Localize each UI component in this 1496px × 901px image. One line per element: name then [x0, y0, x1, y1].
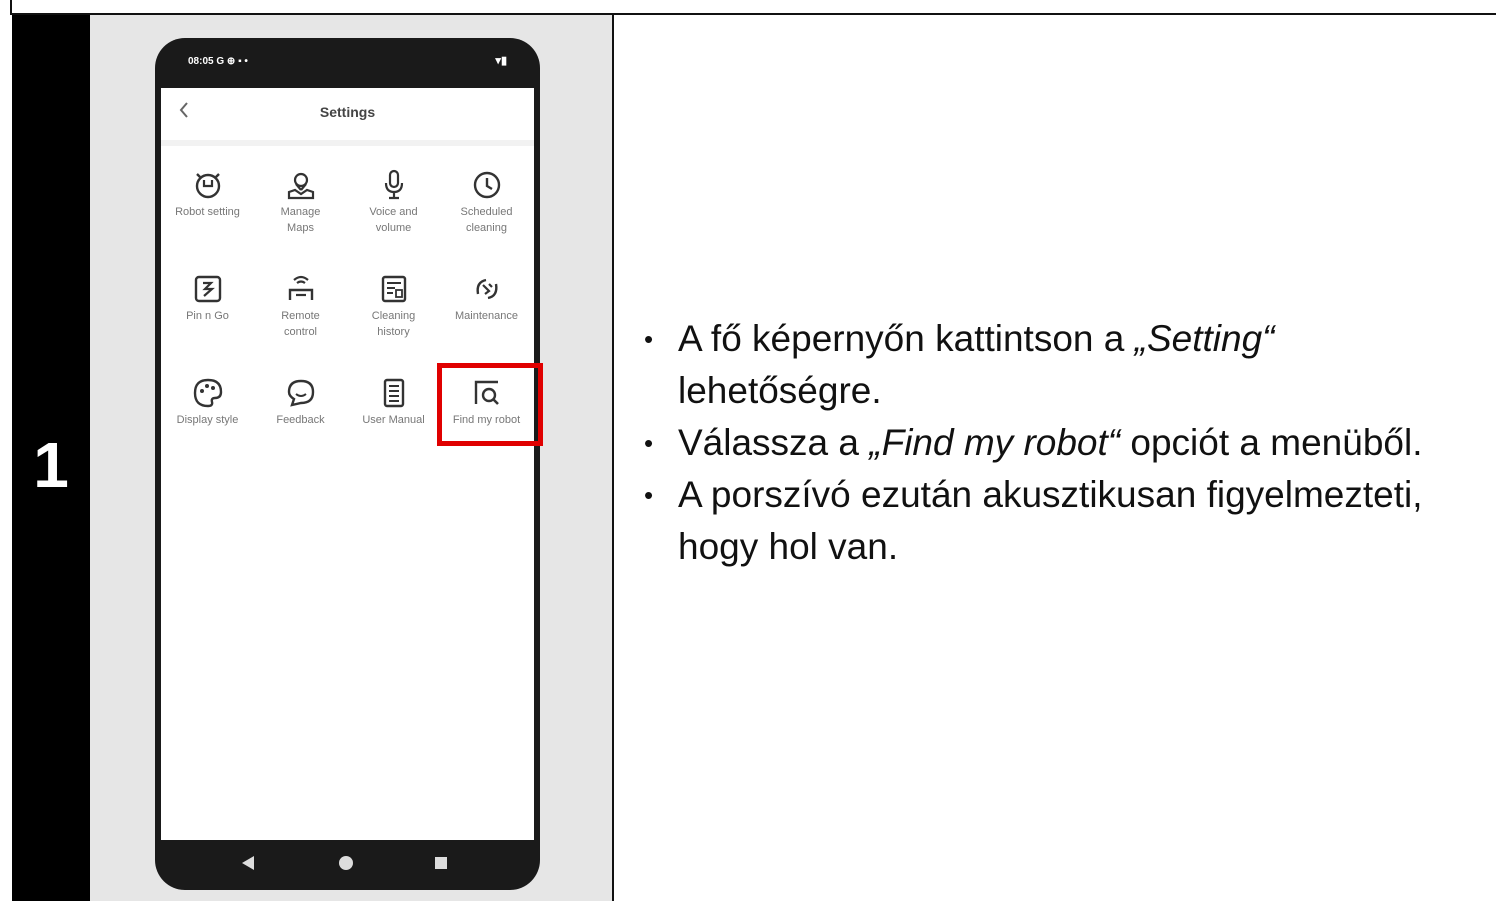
settings-item-label: Cleaning history: [371, 310, 416, 338]
map-icon: [287, 172, 314, 200]
settings-item-label: Feedback: [276, 414, 325, 426]
settings-item-label: Voice and volume: [369, 206, 418, 234]
settings-item-robot-setting[interactable]: Robot setting: [161, 158, 254, 254]
step-number: 1: [33, 429, 69, 501]
instruction-table: 1 08:05 G ⊕ ▪ • ▾▮ Settings Robot settin…: [0, 0, 1496, 901]
bullet: •: [644, 480, 654, 510]
find-my-robot-highlight: [437, 363, 543, 446]
feedback-icon: [287, 379, 314, 407]
settings-item-maintenance[interactable]: Maintenance: [440, 262, 533, 358]
status-bar: 08:05 G ⊕ ▪ • ▾▮: [155, 38, 540, 88]
settings-item-label: Remote control: [281, 310, 320, 338]
nav-home-icon[interactable]: [339, 856, 353, 870]
history-icon: [381, 275, 406, 303]
settings-item-label: Display style: [176, 414, 239, 426]
status-time: 08:05 G ⊕ ▪ •: [188, 56, 248, 67]
phone-screenshot: 08:05 G ⊕ ▪ • ▾▮ Settings Robot setting …: [155, 38, 540, 890]
palette-icon: [193, 378, 222, 408]
manual-icon: [383, 378, 404, 408]
settings-item-label: Maintenance: [455, 310, 518, 322]
bullet: •: [644, 428, 654, 458]
robot-icon: [195, 173, 220, 199]
settings-item-scheduled-cleaning[interactable]: Scheduled cleaning: [440, 158, 533, 254]
settings-item-display-style[interactable]: Display style: [161, 366, 254, 462]
settings-item-pin-n-go[interactable]: Pin n Go: [161, 262, 254, 358]
settings-item-user-manual[interactable]: User Manual: [347, 366, 440, 462]
nav-recent-apps-icon[interactable]: [435, 857, 447, 869]
instruction-item: • A porszívó ezután akusztikusan figyelme…: [640, 469, 1460, 573]
settings-item-manage-maps[interactable]: Manage Maps: [254, 158, 347, 254]
app-screen: Settings Robot setting Manage Maps Voice …: [161, 88, 534, 840]
maintenance-icon: [475, 278, 498, 300]
settings-item-label: Robot setting: [175, 206, 240, 218]
remote-control-icon: [288, 275, 313, 300]
clock-icon: [473, 171, 500, 199]
settings-item-label: Pin n Go: [186, 310, 229, 322]
app-bar: Settings: [161, 88, 534, 146]
screen-title: Settings: [319, 104, 376, 120]
microphone-icon: [384, 169, 403, 200]
pin-n-go-icon: [194, 275, 221, 303]
settings-item-remote-control[interactable]: Remote control: [254, 262, 347, 358]
instruction-list: • A fő képernyőn kattintson a „Setting“ l…: [640, 313, 1460, 573]
bullet: •: [644, 324, 654, 354]
instruction-item: • A fő képernyőn kattintson a „Setting“ l…: [640, 313, 1460, 417]
settings-item-label: User Manual: [362, 414, 425, 426]
settings-item-cleaning-history[interactable]: Cleaning history: [347, 262, 440, 358]
settings-item-label: Scheduled cleaning: [460, 206, 513, 234]
settings-item-label: Manage Maps: [280, 206, 321, 234]
nav-back-icon[interactable]: [242, 856, 254, 870]
android-nav-bar: [155, 840, 540, 890]
instruction-item: • Válassza a „Find my robot“ opciót a men…: [640, 417, 1460, 469]
settings-item-voice-volume[interactable]: Voice and volume: [347, 158, 440, 254]
status-icons: ▾▮: [495, 55, 507, 67]
settings-item-feedback[interactable]: Feedback: [254, 366, 347, 462]
